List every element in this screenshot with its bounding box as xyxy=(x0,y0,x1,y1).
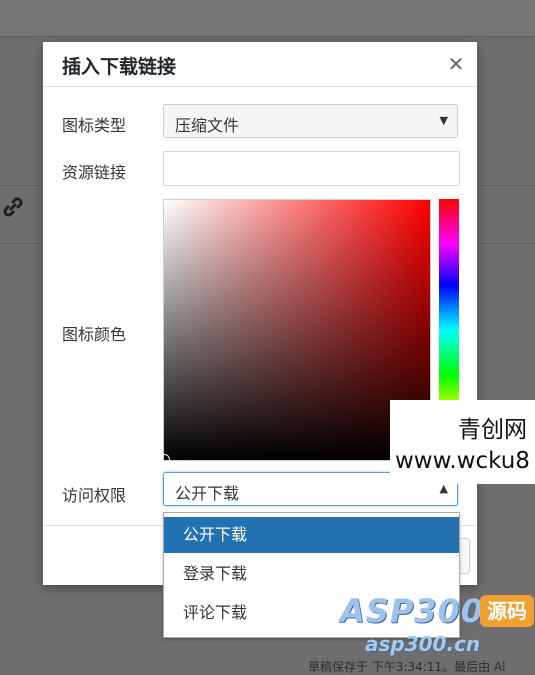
icon-type-select[interactable]: 压缩文件 ▼ xyxy=(163,104,458,138)
access-value: 公开下载 xyxy=(175,484,240,503)
access-option-login[interactable]: 登录下载 xyxy=(164,556,459,592)
icon-type-label: 图标类型 xyxy=(62,116,127,135)
insert-download-link-dialog: 插入下载链接 ✕ 图标类型 压缩文件 ▼ 资源链接 图标颜色 访问权限 公开下载… xyxy=(43,42,477,585)
chevron-down-icon: ▼ xyxy=(439,114,448,127)
dialog-title: 插入下载链接 xyxy=(62,56,177,78)
access-option-public[interactable]: 公开下载 xyxy=(164,517,459,553)
dialog-header: 插入下载链接 ✕ xyxy=(43,42,477,87)
close-icon[interactable]: ✕ xyxy=(446,54,466,74)
brand-logo: ASP300 源码 asp300.cn xyxy=(340,590,535,660)
access-label: 访问权限 xyxy=(62,486,127,505)
site-watermark: 青创网 www.wcku8 xyxy=(390,400,535,484)
link-icon xyxy=(2,196,24,218)
resource-link-label: 资源链接 xyxy=(62,163,127,182)
background-divider xyxy=(0,36,535,37)
brand-logo-tag: 源码 xyxy=(480,595,534,627)
brand-logo-url: asp300.cn xyxy=(365,632,481,656)
autosave-status: 草稿保存于 下午3:34:11。最后由 Al xyxy=(308,660,506,674)
icon-color-label: 图标颜色 xyxy=(62,325,127,344)
background-toolbar xyxy=(0,0,535,36)
watermark-site-name: 青创网 xyxy=(458,417,527,443)
color-picker-handle[interactable] xyxy=(159,454,170,465)
watermark-site-url: www.wcku8 xyxy=(395,448,530,474)
brand-logo-main: ASP300 xyxy=(340,592,485,630)
resource-link-input[interactable] xyxy=(163,151,460,186)
icon-type-value: 压缩文件 xyxy=(175,116,240,135)
